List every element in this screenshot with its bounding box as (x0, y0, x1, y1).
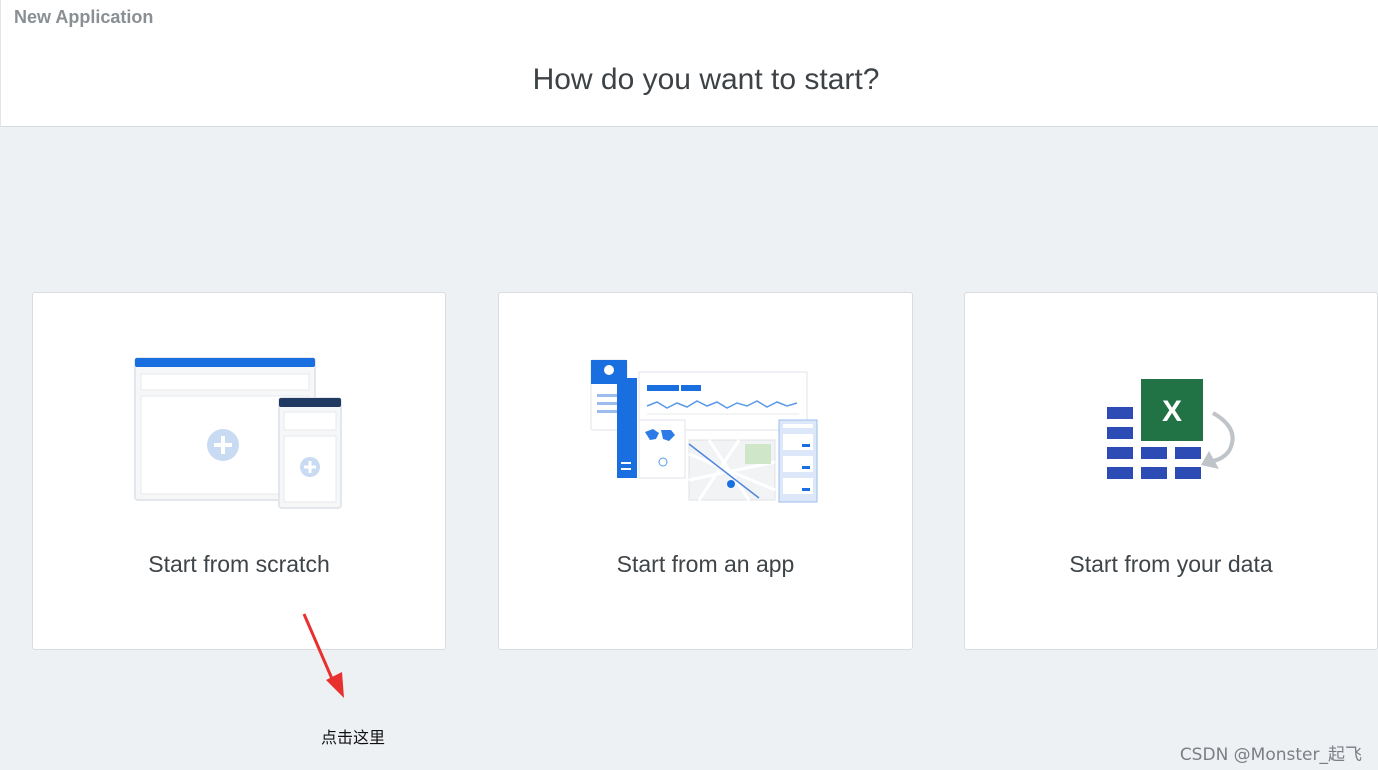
page-header: New Application How do you want to start… (0, 0, 1378, 127)
start-from-data-label: Start from your data (1069, 551, 1273, 577)
annotation-arrow-icon (302, 613, 344, 698)
start-from-data-card[interactable]: X Start from your data (964, 292, 1378, 650)
sample-app-dashboard-icon (590, 359, 818, 503)
watermark: CSDN @Monster_起飞 (1179, 745, 1362, 765)
app-title: New Application (14, 7, 154, 27)
start-from-app-label: Start from an app (616, 551, 795, 577)
start-from-scratch-label: Start from scratch (148, 551, 330, 577)
annotation-text: 点击这里 (321, 728, 386, 747)
svg-text:X: X (1162, 395, 1182, 428)
start-from-app-card[interactable]: Start from an app (498, 292, 913, 650)
blank-app-layout-icon (134, 357, 342, 509)
start-from-scratch-card[interactable]: Start from scratch (32, 292, 446, 650)
excel-import-icon: X (1107, 379, 1235, 479)
page-title: How do you want to start? (532, 63, 880, 96)
